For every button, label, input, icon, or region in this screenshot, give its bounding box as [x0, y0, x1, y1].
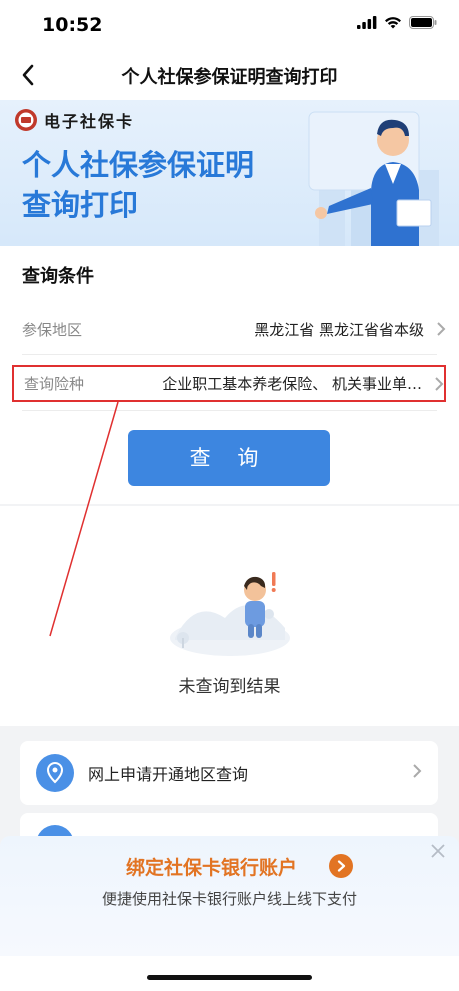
social-security-card-logo: 电子社保卡 [14, 108, 134, 132]
empty-state-text: 未查询到结果 [178, 677, 281, 697]
banner: 电子社保卡 个人社保参保证明 查询打印 [0, 100, 459, 246]
banner-title-line2: 查询打印 [22, 188, 139, 222]
list-item-apply-region-query[interactable]: 网上申请开通地区查询 [20, 741, 438, 805]
bottom-bar [0, 956, 459, 991]
logo-text: 电子社保卡 [44, 112, 135, 131]
chevron-right-icon [422, 376, 444, 392]
divider [22, 354, 437, 355]
battery-icon [409, 16, 437, 29]
list-item-label: 网上申请开通地区查询 [88, 765, 249, 784]
empty-illustration [170, 572, 290, 656]
insurance-type-selector[interactable]: 查询险种 企业职工基本养老保险、 机关事业单… [12, 365, 446, 402]
region-value: 黑龙江省 黑龙江省省本级 [254, 320, 424, 339]
status-time: 10:52 [42, 14, 103, 36]
banner-illustration [308, 111, 439, 246]
banner-title-line1: 个人社保参保证明 [22, 148, 255, 182]
banner-title: 个人社保参保证明 查询打印 [22, 145, 254, 225]
status-bar: 10:52 [0, 0, 459, 50]
close-icon[interactable] [429, 842, 447, 864]
section-title: 查询条件 [22, 266, 94, 287]
bind-bank-account-promo[interactable]: 绑定社保卡银行账户 便捷使用社保卡银行账户线上线下支付 [0, 836, 459, 956]
region-selector[interactable]: 参保地区 黑龙江省 黑龙江省省本级 [12, 306, 446, 352]
divider [22, 410, 437, 411]
home-indicator[interactable] [147, 975, 312, 980]
emblem-icon [15, 109, 37, 131]
promo-subtitle: 便捷使用社保卡银行账户线上线下支付 [101, 890, 357, 908]
page-title: 个人社保参保证明查询打印 [121, 67, 338, 88]
promo-title: 绑定社保卡银行账户 [0, 853, 459, 880]
status-icons [357, 16, 437, 29]
insurance-type-value: 企业职工基本养老保险、 机关事业单… [162, 375, 422, 393]
signal-icon [357, 16, 377, 29]
insurance-type-label: 查询险种 [24, 375, 85, 393]
chevron-right-icon [412, 763, 422, 783]
chevron-right-icon [424, 321, 446, 337]
region-label: 参保地区 [22, 320, 83, 339]
nav-bar: 个人社保参保证明查询打印 [0, 50, 459, 100]
arrow-right-icon[interactable] [329, 854, 353, 878]
query-button[interactable]: 查 询 [128, 430, 330, 486]
location-pin-icon [36, 754, 74, 792]
wifi-icon [385, 17, 401, 29]
promo-title-text: 绑定社保卡银行账户 [125, 857, 297, 879]
